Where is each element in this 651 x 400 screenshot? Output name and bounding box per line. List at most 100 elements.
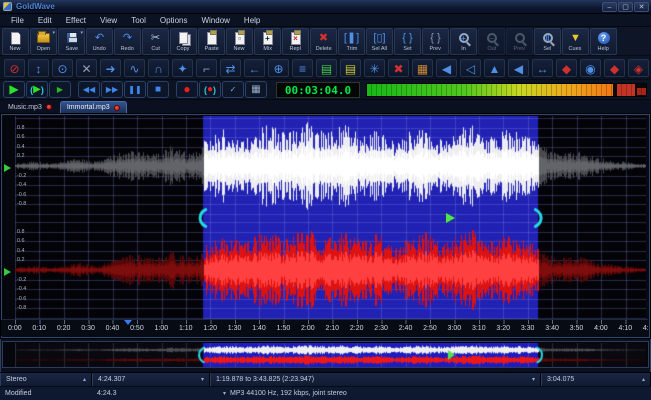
effect-icon-7[interactable]: ∩ [148, 58, 169, 77]
effect-icon-2[interactable]: ↕ [28, 58, 49, 77]
close-button[interactable]: ✕ [634, 1, 649, 12]
copy-button[interactable]: Copy [170, 28, 197, 55]
prev-button[interactable]: { } Prev [422, 28, 449, 55]
status-selection-range[interactable]: 1:19.878 to 3:43.825 (2:23.947) ▾ [210, 373, 541, 386]
menu-effect[interactable]: Effect [59, 14, 93, 27]
save-button-label: Save [65, 46, 78, 52]
channel-cursor-icon[interactable] [4, 268, 11, 276]
new-button[interactable]: New [2, 28, 29, 55]
overview-strip[interactable] [2, 341, 649, 368]
maximize-button[interactable]: ▢ [618, 1, 633, 12]
status-format[interactable]: ▾ MP3 44100 Hz, 192 kbps, joint stereo [210, 387, 651, 400]
effect-icon-11[interactable]: ← [244, 58, 265, 77]
status-position[interactable]: 3:04.075 ▴ [541, 373, 651, 386]
fast-forward-button[interactable]: ▶▶ [101, 81, 123, 98]
up-spin-icon[interactable]: ▴ [634, 376, 645, 383]
effect-icon-14[interactable]: ▤ [316, 58, 337, 77]
help-button[interactable]: ? Help [590, 28, 617, 55]
effect-icon-17[interactable]: ✖ [388, 58, 409, 77]
effect-icon-21[interactable]: ▲ [484, 58, 505, 77]
undo-button[interactable]: ↶ Undo [86, 28, 113, 55]
effect-icon-15[interactable]: ▤ [340, 58, 361, 77]
trim-button[interactable]: [❚] Trim [338, 28, 365, 55]
sel-all-button[interactable]: [▯] Sel All [366, 28, 393, 55]
visuals-button[interactable]: ▦ [245, 81, 267, 98]
effect-icon-20[interactable]: ◁ [460, 58, 481, 77]
tab-close-icon[interactable] [45, 104, 52, 110]
menu-view[interactable]: View [93, 14, 124, 27]
dropdown-arrow-icon[interactable]: ▾ [52, 30, 55, 36]
menu-edit[interactable]: Edit [31, 14, 59, 27]
cue-marker-icon[interactable] [123, 320, 132, 325]
play-selection-button[interactable]: (▶) [26, 81, 48, 98]
format-dropdown-icon[interactable]: ▾ [215, 390, 226, 397]
effect-icon-25[interactable]: ◉ [580, 58, 601, 77]
effect-icon-27[interactable]: ◈ [628, 58, 649, 77]
menu-file[interactable]: File [4, 14, 31, 27]
in-button[interactable]: + In [450, 28, 477, 55]
play-button[interactable]: ▶ [3, 81, 25, 98]
rewind-button[interactable]: ◀◀ [78, 81, 100, 98]
stop-button[interactable]: ■ [147, 81, 169, 98]
monitor-button[interactable]: ✓ [222, 81, 244, 98]
effect-icon-18[interactable]: ▦ [412, 58, 433, 77]
goldwave-window: GoldWave – ▢ ✕ File Edit Effect View Tool Optio… [0, 0, 651, 400]
menu-help[interactable]: Help [237, 14, 267, 27]
clip-icon: + [262, 29, 273, 46]
tab-music-mp3[interactable]: Music.mp3 [2, 101, 58, 113]
effect-icon-22[interactable]: ◀ [508, 58, 529, 77]
clipboard-icon [206, 29, 217, 45]
redo-button[interactable]: ↷ Redo [114, 28, 141, 55]
effect-icon-24[interactable]: ◆ [556, 58, 577, 77]
sel-button[interactable]: ‖ Sel [534, 28, 561, 55]
overview-canvas[interactable] [15, 343, 646, 367]
new-button[interactable]: ▫ New [226, 28, 253, 55]
record-selection-button[interactable]: (●) [199, 81, 221, 98]
up-spin-icon[interactable]: ▴ [75, 376, 86, 383]
save-button[interactable]: ▾ Save [58, 28, 85, 55]
effect-icon-9[interactable]: ⌐ [196, 58, 217, 77]
mix-button[interactable]: + Mix [254, 28, 281, 55]
effect-icon-13[interactable]: ≡ [292, 58, 313, 77]
down-spin-icon[interactable]: ▾ [524, 376, 535, 383]
effect-icon-26[interactable]: ◆ [604, 58, 625, 77]
effect-icon-10[interactable]: ⇄ [220, 58, 241, 77]
menu-options[interactable]: Options [153, 14, 195, 27]
cues-button[interactable]: ▼ Cues [562, 28, 589, 55]
record-button[interactable]: ● [176, 81, 198, 98]
status-modified: Modified [5, 390, 32, 397]
open-button[interactable]: ▾ Open [30, 28, 57, 55]
playback-marker-icon[interactable] [445, 213, 455, 223]
channel-cursor-icon[interactable] [4, 164, 11, 172]
zoom-icon: − [486, 30, 497, 46]
pause-button[interactable]: ❚❚ [124, 81, 146, 98]
repl-button[interactable]: × Repl [282, 28, 309, 55]
down-spin-icon[interactable]: ▾ [193, 376, 204, 383]
paste-button[interactable]: Paste [198, 28, 225, 55]
minimize-button[interactable]: – [602, 1, 617, 12]
effect-icon-12[interactable]: ⊕ [268, 58, 289, 77]
trim-glyph-icon: [❚] [343, 32, 360, 44]
waveform-canvas[interactable] [15, 116, 646, 321]
tab-immortal-mp3[interactable]: Immortal.mp3 [59, 101, 127, 113]
cut-button[interactable]: ✂ Cut [142, 28, 169, 55]
effect-icon-4[interactable]: ✕ [76, 58, 97, 77]
effect-icon-8[interactable]: ✦ [172, 58, 193, 77]
effect-icon-1[interactable]: ⊘ [4, 58, 25, 77]
menu-tool[interactable]: Tool [124, 14, 153, 27]
delete-button[interactable]: ✖ Delete [310, 28, 337, 55]
effect-icon-16[interactable]: ✳ [364, 58, 385, 77]
status-total-length[interactable]: 4:24.307 ▾ [92, 373, 210, 386]
tab-close-icon[interactable] [113, 104, 120, 111]
time-label: 2:00 [301, 325, 315, 332]
status-channels[interactable]: Stereo ▴ [0, 373, 92, 386]
effect-icon-3[interactable]: ⊙ [52, 58, 73, 77]
effect-icon-23[interactable]: ↔ [532, 58, 553, 77]
menu-window[interactable]: Window [194, 14, 236, 27]
dropdown-arrow-icon[interactable]: ▾ [80, 30, 83, 36]
play-all-button[interactable]: ▶ [49, 81, 71, 98]
effect-icon-19[interactable]: ◀ [436, 58, 457, 77]
effect-icon-6[interactable]: ∿ [124, 58, 145, 77]
effect-icon-5[interactable]: ➜ [100, 58, 121, 77]
set-button[interactable]: { } Set [394, 28, 421, 55]
